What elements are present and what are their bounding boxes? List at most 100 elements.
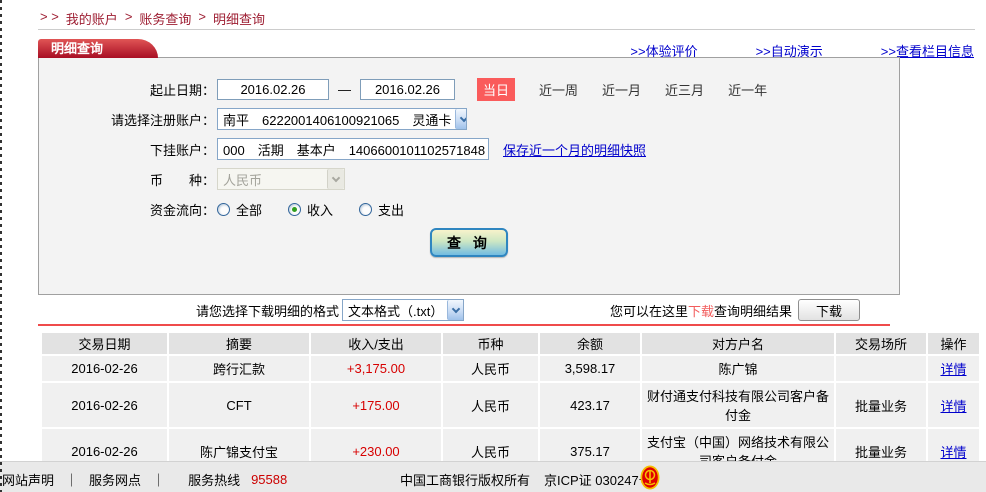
- chevron-down-icon: [327, 169, 344, 189]
- currency-row: 币 种： 人民币: [39, 168, 899, 190]
- registered-account-select[interactable]: 南平 6222001406100921065 灵通卡: [217, 108, 467, 130]
- col-header-balance: 余额: [540, 333, 640, 354]
- flow-option-expense: 支出: [359, 200, 404, 219]
- range-today-button[interactable]: 当日: [477, 78, 515, 101]
- results-table: 交易日期 摘要 收入/支出 币种 余额 对方户名 交易场所 操作 2016-02…: [40, 331, 981, 475]
- date-range-label: 起止日期：: [39, 80, 215, 99]
- hint-text: 您可以在这里: [610, 304, 688, 319]
- download-hint: 您可以在这里下载查询明细结果: [610, 301, 792, 320]
- detail-query-page: > > 我的账户 > 账务查询 > 明细查询 明细查询 >>体验评价 >>自动演…: [0, 0, 986, 492]
- sub-account-value: 000 活期 基本户 1406600101102571848: [223, 140, 485, 159]
- flow-option-all: 全部: [217, 200, 262, 219]
- cell-counterparty: 陈广锦: [642, 356, 834, 381]
- cell-summary: 跨行汇款: [169, 356, 309, 381]
- link-label: 查看栏目信息: [896, 44, 974, 59]
- sub-account-select[interactable]: 000 活期 基本户 1406600101102571848: [217, 138, 489, 160]
- col-header-venue: 交易场所: [836, 333, 926, 354]
- range-last-week-button[interactable]: 近一周: [539, 80, 578, 99]
- fund-flow-label: 资金流向：: [39, 200, 215, 219]
- registered-account-row: 请选择注册账户： 南平 6222001406100921065 灵通卡: [39, 108, 899, 130]
- breadcrumb-item-my-account[interactable]: 我的账户: [66, 9, 118, 28]
- window-edge: [0, 0, 2, 492]
- registered-account-label: 请选择注册账户：: [39, 110, 215, 129]
- cell-currency: 人民币: [443, 356, 538, 381]
- cell-date: 2016-02-26: [42, 383, 167, 427]
- download-button[interactable]: 下载: [798, 299, 860, 321]
- radio-all[interactable]: [217, 203, 230, 216]
- breadcrumb-prefix: > >: [40, 9, 59, 28]
- query-form-panel: 起止日期： — 当日 近一周 近一月 近三月 近一年 请选择注册账户：: [38, 57, 900, 295]
- tab-detail-query: 明细查询: [38, 39, 138, 58]
- footer-separator: ｜: [65, 470, 78, 489]
- download-format-value: 文本格式（.txt）: [348, 301, 443, 320]
- sub-account-row: 下挂账户： 000 活期 基本户 1406600101102571848 保存近…: [39, 138, 899, 160]
- radio-expense-label: 支出: [378, 200, 404, 219]
- range-last-year-button[interactable]: 近一年: [728, 80, 767, 99]
- currency-label: 币 种：: [39, 170, 215, 189]
- hint-text: 查询明细结果: [714, 304, 792, 319]
- date-from-input[interactable]: [217, 79, 329, 100]
- col-header-date: 交易日期: [42, 333, 167, 354]
- detail-link[interactable]: 详情: [940, 399, 966, 414]
- breadcrumb-separator: >: [198, 9, 206, 28]
- footer-separator: ｜: [152, 470, 165, 489]
- download-format-select[interactable]: 文本格式（.txt）: [342, 299, 464, 321]
- hotline-number: 95588: [251, 472, 287, 487]
- cell-counterparty: 财付通支付科技有限公司客户备付金: [642, 383, 834, 427]
- chevron-down-icon: [447, 300, 464, 320]
- hint-download-word: 下载: [688, 304, 714, 319]
- date-to-input[interactable]: [360, 79, 455, 100]
- cell-venue: [836, 356, 926, 381]
- query-button[interactable]: 查 询: [430, 228, 508, 257]
- cell-venue: 批量业务: [836, 383, 926, 427]
- radio-expense[interactable]: [359, 203, 372, 216]
- cell-action: 详情: [928, 356, 979, 381]
- cell-action: 详情: [928, 383, 979, 427]
- chevron-down-icon: [455, 109, 467, 129]
- detail-link[interactable]: 详情: [940, 445, 966, 460]
- cell-amount: +3,175.00: [311, 356, 441, 381]
- currency-value: 人民币: [223, 170, 262, 189]
- breadcrumb-item-detail-query[interactable]: 明细查询: [213, 9, 265, 28]
- range-last-3-months-button[interactable]: 近三月: [665, 80, 704, 99]
- currency-select: 人民币: [217, 168, 345, 190]
- results-table-wrap: 交易日期 摘要 收入/支出 币种 余额 对方户名 交易场所 操作 2016-02…: [40, 331, 963, 475]
- radio-all-label: 全部: [236, 200, 262, 219]
- col-header-action: 操作: [928, 333, 979, 354]
- col-header-counterparty: 对方户名: [642, 333, 834, 354]
- detail-link[interactable]: 详情: [940, 362, 966, 377]
- download-bar: 请您选择下载明细的格式 文本格式（.txt） 您可以在这里下载查询明细结果 下载: [38, 297, 900, 323]
- radio-income-label: 收入: [307, 200, 333, 219]
- table-row: 2016-02-26 跨行汇款 +3,175.00 人民币 3,598.17 陈…: [42, 356, 979, 381]
- section-divider: [38, 324, 890, 326]
- icp-badge-icon[interactable]: [640, 465, 660, 490]
- footer: 网站声明 ｜ 服务网点 ｜ 服务热线 95588 中国工商银行版权所有 京ICP…: [0, 461, 986, 492]
- cell-currency: 人民币: [443, 383, 538, 427]
- breadcrumb: > > 我的账户 > 账务查询 > 明细查询: [40, 9, 265, 28]
- radio-income[interactable]: [288, 203, 301, 216]
- cell-summary: CFT: [169, 383, 309, 427]
- col-header-currency: 币种: [443, 333, 538, 354]
- cell-date: 2016-02-26: [42, 356, 167, 381]
- site-statement-link[interactable]: 网站声明: [2, 470, 54, 489]
- cell-balance: 423.17: [540, 383, 640, 427]
- range-last-month-button[interactable]: 近一月: [602, 80, 641, 99]
- copyright-text: 中国工商银行版权所有: [400, 470, 530, 489]
- date-range-row: 起止日期： — 当日 近一周 近一月 近三月 近一年: [39, 78, 899, 100]
- download-format-label: 请您选择下载明细的格式: [196, 301, 339, 320]
- flow-option-income: 收入: [288, 200, 333, 219]
- breadcrumb-item-account-query[interactable]: 账务查询: [139, 9, 191, 28]
- cell-balance: 3,598.17: [540, 356, 640, 381]
- breadcrumb-divider: [38, 29, 975, 30]
- registered-account-value: 南平 6222001406100921065 灵通卡: [223, 110, 451, 129]
- breadcrumb-separator: >: [125, 9, 133, 28]
- hotline-label: 服务热线: [188, 470, 240, 489]
- fund-flow-row: 资金流向： 全部 收入 支出: [39, 198, 899, 220]
- cell-amount: +175.00: [311, 383, 441, 427]
- save-monthly-snapshot-link[interactable]: 保存近一个月的明细快照: [503, 140, 646, 159]
- col-header-amount: 收入/支出: [311, 333, 441, 354]
- table-header-row: 交易日期 摘要 收入/支出 币种 余额 对方户名 交易场所 操作: [42, 333, 979, 354]
- service-outlets-link[interactable]: 服务网点: [89, 470, 141, 489]
- table-row: 2016-02-26 CFT +175.00 人民币 423.17 财付通支付科…: [42, 383, 979, 427]
- icp-license-text: 京ICP证 030247号: [544, 470, 652, 489]
